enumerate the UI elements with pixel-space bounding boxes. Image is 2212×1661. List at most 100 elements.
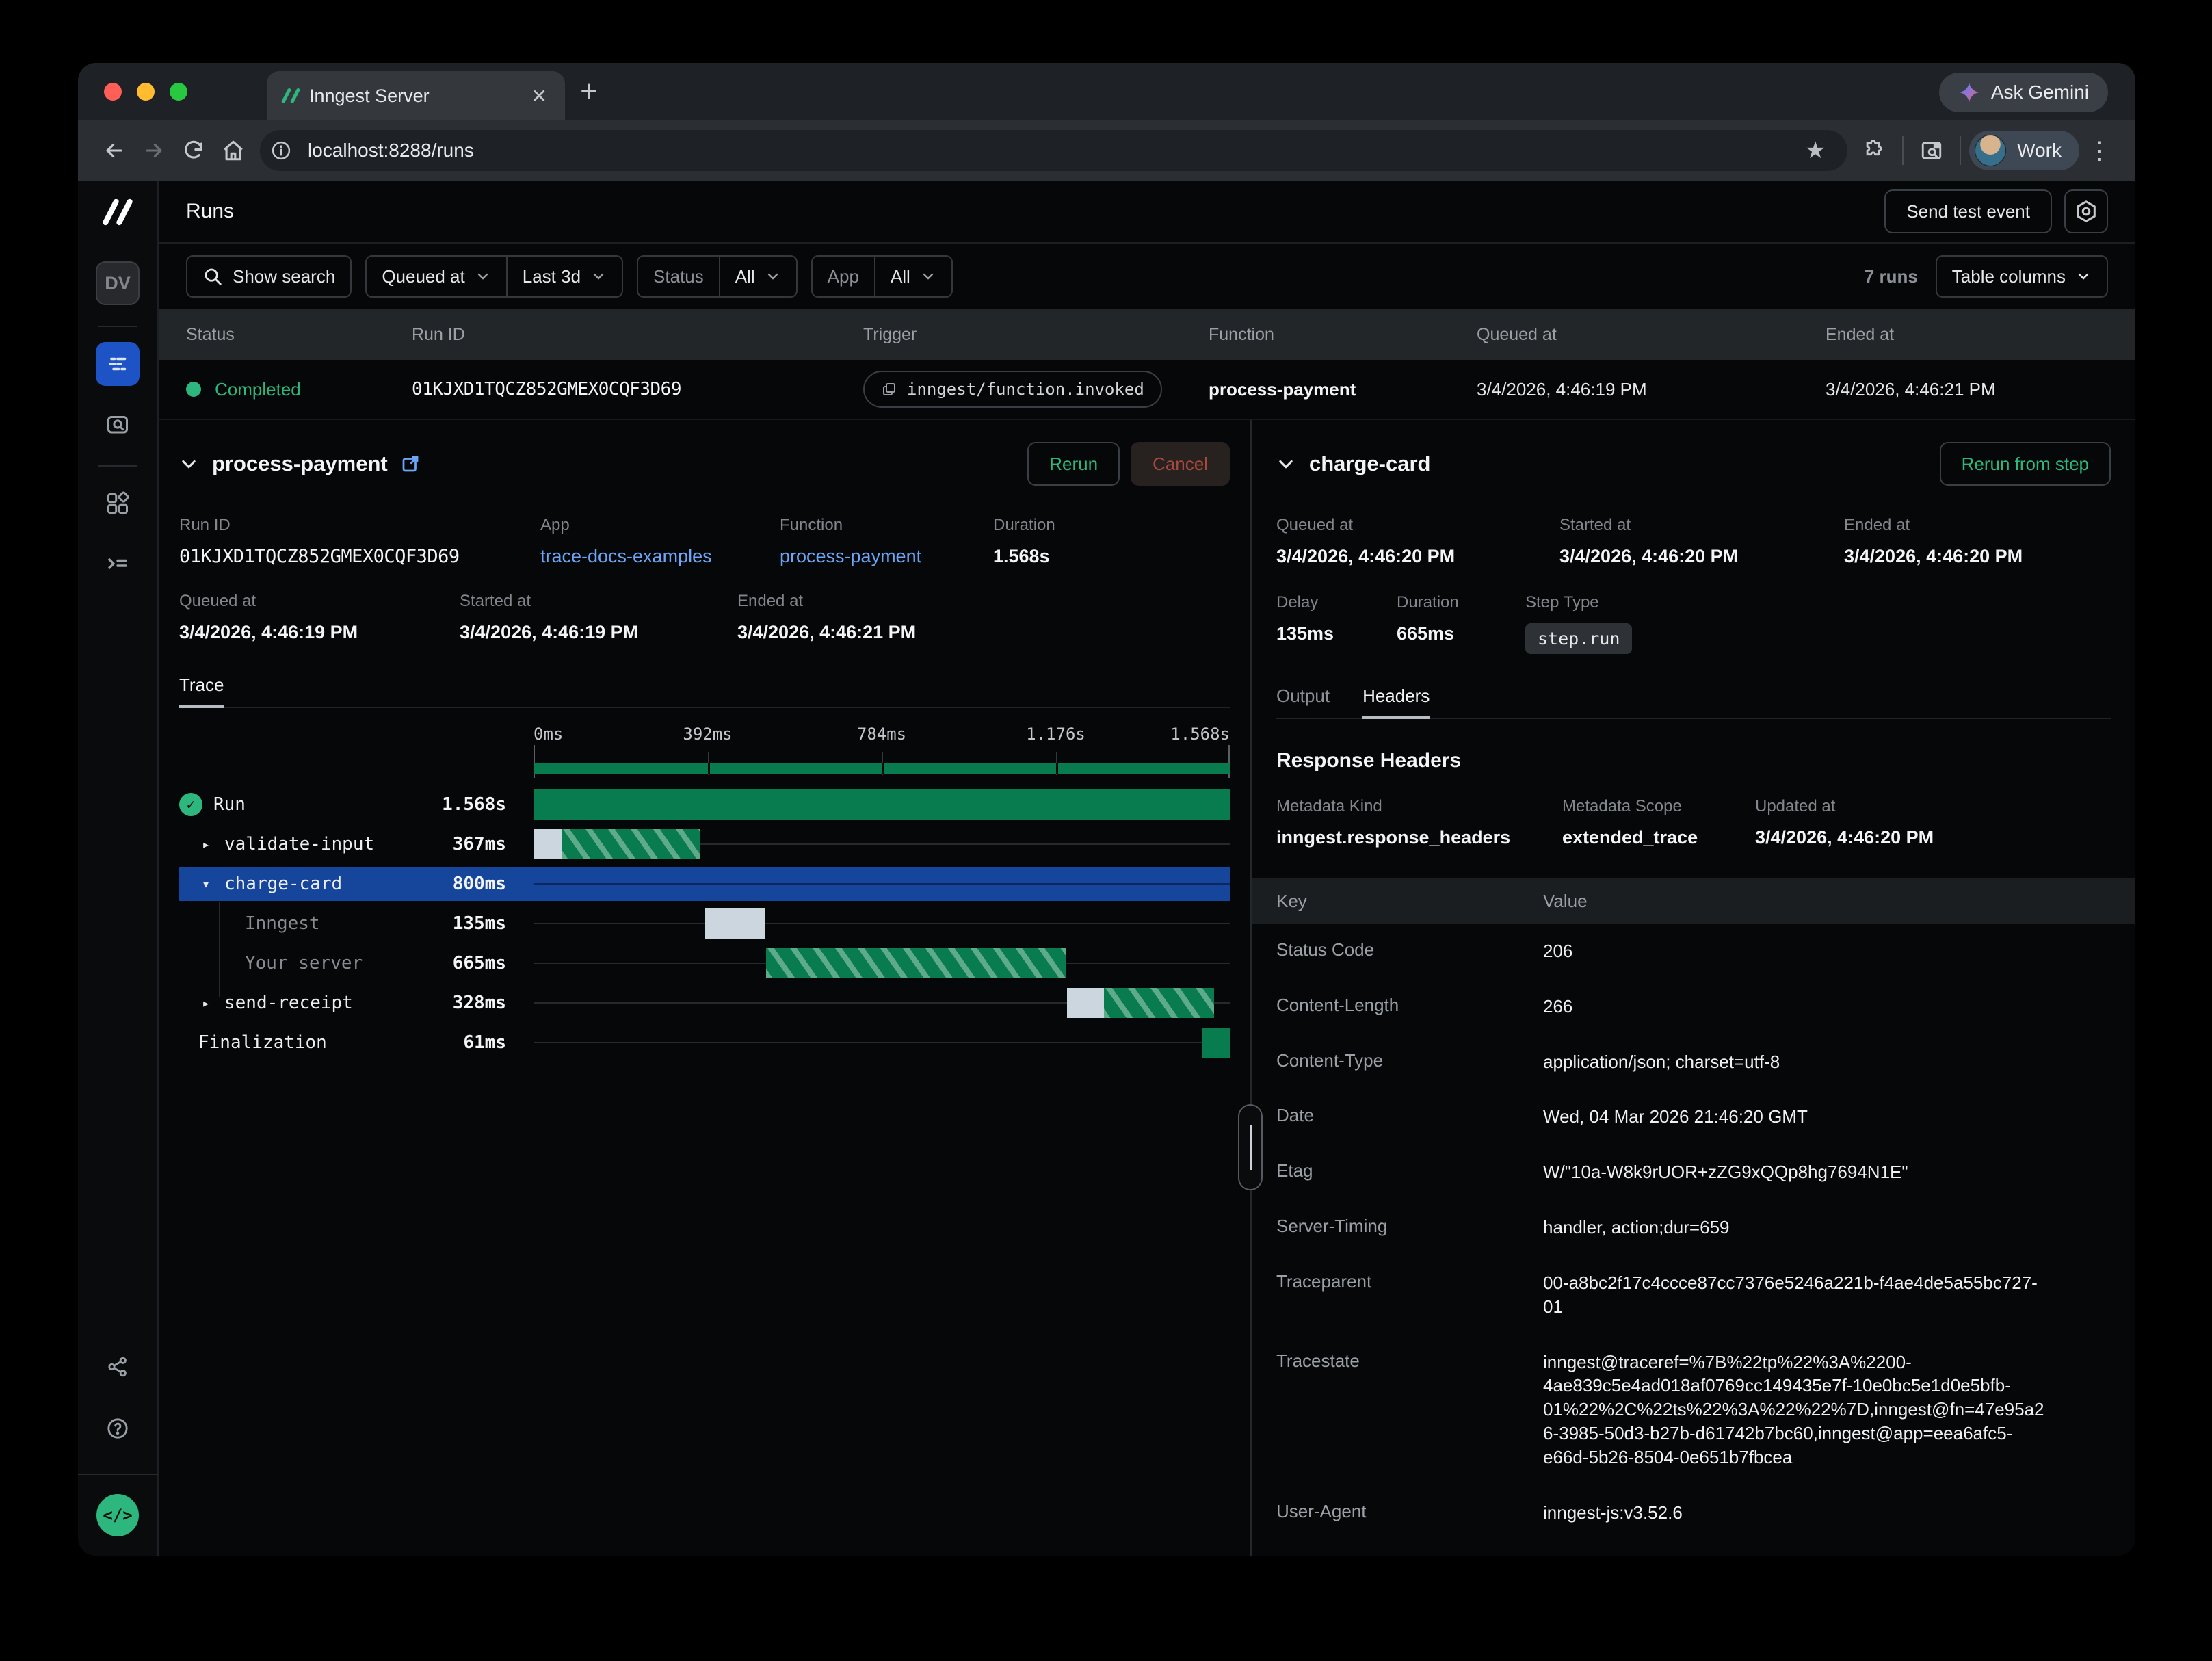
trace-row-finalization[interactable]: Finalization 61ms (179, 1025, 1230, 1060)
browser-profile-chip[interactable]: Work (1969, 131, 2079, 170)
rerun-button[interactable]: Rerun (1027, 442, 1120, 486)
header-value: handler, action;dur=659 (1543, 1216, 2053, 1240)
send-test-event-button[interactable]: Send test event (1884, 189, 2052, 233)
ended-at-cell: 3/4/2026, 4:46:21 PM (1826, 379, 2135, 400)
new-tab-button[interactable]: + (565, 63, 613, 120)
trace-rows: ✓Run1.568s▸validate-input367ms▾charge-ca… (179, 787, 1230, 1060)
function-link[interactable]: process-payment (780, 546, 993, 567)
table-columns-dropdown[interactable]: Table columns (1936, 255, 2108, 298)
sidebar-item-functions[interactable] (96, 542, 140, 586)
app-link[interactable]: trace-docs-examples (540, 546, 780, 567)
rerun-label: Rerun (1049, 454, 1098, 475)
share-feedback-icon[interactable] (96, 1345, 140, 1389)
tab-output[interactable]: Output (1276, 685, 1330, 718)
tab-trace[interactable]: Trace (179, 675, 224, 707)
page-header: Runs Send test event (159, 181, 2135, 244)
toolbar-divider (1960, 136, 1961, 165)
reload-icon[interactable] (174, 131, 213, 170)
collapse-chevron-icon[interactable] (179, 454, 198, 473)
site-info-icon[interactable] (265, 135, 297, 166)
forward-icon[interactable] (134, 131, 174, 170)
runs-count: 7 runs (1865, 266, 1918, 287)
trace-segment-solid[interactable] (534, 789, 1230, 820)
browser-menu-kebab-icon[interactable]: ⋮ (2079, 131, 2119, 170)
app-filter-dropdown[interactable]: All (875, 257, 951, 296)
trace-row-send-receipt[interactable]: ▸send-receipt328ms (179, 986, 1230, 1020)
step-name: charge-card (224, 874, 342, 894)
step-duration: 1.568s (442, 794, 506, 815)
run-meta-row-2: Queued at 3/4/2026, 4:46:19 PM Started a… (179, 592, 1230, 643)
minimize-window-button[interactable] (137, 83, 155, 101)
sidebar-item-apps[interactable] (96, 482, 140, 525)
time-range-dropdown[interactable]: Last 3d (508, 257, 622, 296)
sidebar-item-runs[interactable] (96, 342, 140, 386)
trace-segment-hatch[interactable] (766, 948, 1066, 978)
metadata-kind-label: Metadata Kind (1276, 797, 1562, 816)
started-value: 3/4/2026, 4:46:19 PM (460, 622, 737, 643)
trace-segment-solid[interactable] (1202, 1028, 1230, 1058)
trace-segment-delay[interactable] (1067, 988, 1104, 1018)
step-duration: 61ms (463, 1032, 506, 1053)
dev-mode-button[interactable]: </> (96, 1494, 139, 1536)
run-detail-header: process-payment Rerun Cancel (179, 435, 1230, 493)
trace-row-inngest[interactable]: Inngest135ms (179, 906, 1230, 941)
step-name: validate-input (224, 834, 374, 854)
run-id-cell: 01KJXD1TQCZ852GMEX0CQF3D69 (412, 379, 863, 400)
column-header-trigger: Trigger (863, 325, 1209, 345)
tab-headers[interactable]: Headers (1362, 685, 1430, 718)
run-detail-split: process-payment Rerun Cancel Run ID 01KJ… (159, 420, 2135, 1556)
caret-right-icon[interactable]: ▸ (198, 995, 213, 1011)
status-filter-label: Status (638, 257, 719, 296)
close-window-button[interactable] (104, 83, 122, 101)
send-test-event-label: Send test event (1906, 201, 2030, 222)
header-key: User-Agent (1276, 1501, 1543, 1522)
show-search-button[interactable]: Show search (186, 255, 352, 298)
trace-bar-track (534, 1025, 1230, 1060)
time-field-dropdown[interactable]: Queued at (367, 257, 505, 296)
settings-button[interactable] (2064, 189, 2108, 233)
run-table-row[interactable]: Completed 01KJXD1TQCZ852GMEX0CQF3D69 inn… (159, 360, 2135, 420)
step-name: Finalization (198, 1032, 327, 1053)
trace-row-charge-card[interactable]: ▾charge-card800ms (179, 867, 1230, 901)
home-icon[interactable] (213, 131, 253, 170)
status-filter: Status All (637, 255, 798, 298)
sidebar-item-events[interactable] (96, 402, 140, 446)
back-icon[interactable] (94, 131, 134, 170)
trace-segment-delay[interactable] (534, 829, 562, 859)
caret-right-icon[interactable]: ▸ (198, 836, 213, 852)
axis-tick-label: 0ms (534, 724, 563, 744)
trace-row-run[interactable]: ✓Run1.568s (179, 787, 1230, 822)
event-icon (881, 381, 897, 397)
extensions-icon[interactable] (1854, 131, 1894, 170)
header-row-etag: EtagW/"10a-W8k9rUOR+zZG9xQQp8hg7694N1E" (1276, 1145, 2111, 1200)
step-name: Inngest (245, 913, 320, 934)
trace-segment-hatch[interactable] (1104, 988, 1214, 1018)
gemini-sparkle-icon (1958, 81, 1980, 103)
trace-row-your-server[interactable]: Your server665ms (179, 946, 1230, 980)
trace-row-validate-input[interactable]: ▸validate-input367ms (179, 827, 1230, 861)
collapse-chevron-icon[interactable] (1276, 454, 1295, 473)
zoom-window-button[interactable] (170, 83, 187, 101)
trace-minimap[interactable] (534, 763, 1230, 774)
bookmark-star-icon[interactable]: ★ (1795, 131, 1835, 170)
help-icon[interactable] (96, 1407, 140, 1450)
step-meta-row-1: Queued at 3/4/2026, 4:46:20 PM Started a… (1276, 516, 2111, 567)
duration-label: Duration (993, 516, 1230, 535)
url-bar[interactable]: localhost:8288/runs ★ (260, 130, 1847, 171)
workspace-avatar[interactable]: DV (96, 261, 140, 305)
tab-close-icon[interactable]: ✕ (531, 85, 547, 107)
trace-segment-delay[interactable] (705, 908, 765, 939)
rerun-from-step-button[interactable]: Rerun from step (1940, 442, 2111, 486)
trace-bar-track (534, 946, 1230, 980)
pane-resize-handle[interactable] (1238, 1104, 1263, 1190)
browser-tab[interactable]: Inngest Server ✕ (267, 71, 565, 120)
timeline-axis: 0ms392ms784ms1.176s1.568s (534, 724, 1230, 779)
ask-gemini-button[interactable]: Ask Gemini (1939, 73, 2108, 112)
side-panel-search-icon[interactable] (1912, 131, 1951, 170)
trace-segment-hatch[interactable] (562, 829, 700, 859)
cancel-button[interactable]: Cancel (1131, 442, 1230, 486)
caret-down-icon[interactable]: ▾ (198, 876, 213, 892)
status-filter-dropdown[interactable]: All (720, 257, 796, 296)
external-link-icon[interactable] (400, 454, 421, 474)
trigger-badge[interactable]: inngest/function.invoked (863, 371, 1162, 408)
